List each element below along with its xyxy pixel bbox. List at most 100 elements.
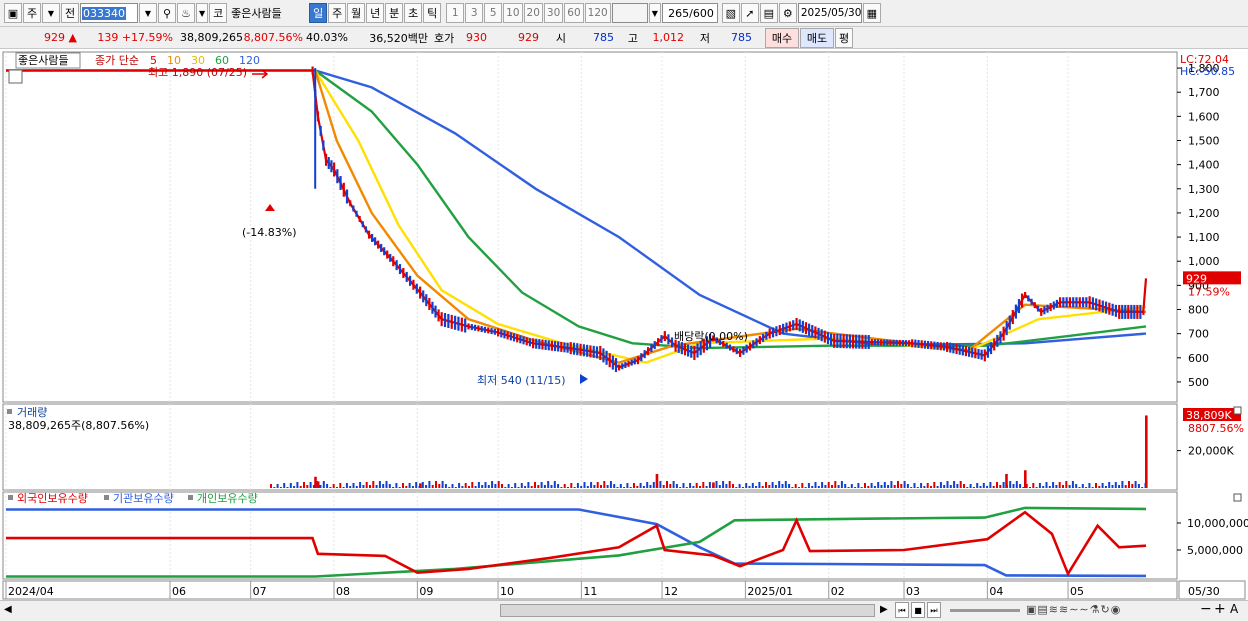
price-candle <box>490 328 493 335</box>
price-candle <box>374 237 377 246</box>
speaker-icon[interactable]: ♨ <box>177 3 195 23</box>
price-candle <box>1068 297 1072 308</box>
zoom-out-icon[interactable]: − <box>1200 601 1212 617</box>
playback-stop-icon[interactable]: ■ <box>911 602 925 618</box>
price-y-tick: 1,100 <box>1188 231 1220 244</box>
prev-select[interactable]: 전 <box>61 3 79 23</box>
volume-bar <box>702 482 705 488</box>
volume-bar <box>613 484 616 488</box>
interval-1-button[interactable]: 1 <box>446 3 465 23</box>
volume-bar <box>537 485 540 488</box>
volume-bar <box>748 486 751 488</box>
buy-button[interactable]: 매수 <box>765 27 799 48</box>
price-y-tick: 1,200 <box>1188 207 1220 220</box>
volume-bar <box>586 486 589 488</box>
price-candle <box>732 346 735 353</box>
volume-panel-title: 거래량 <box>17 406 47 419</box>
search-icon[interactable]: ⚲ <box>158 3 176 23</box>
interval-20-button[interactable]: 20 <box>523 3 543 23</box>
market-select[interactable]: 주 <box>23 3 41 23</box>
chart-scrollbar[interactable]: ◀ ▶ ⏮ ■ ⏭ ▣▤≋≋∼∼⚗↻◉ − + A <box>0 600 1248 621</box>
price-candle <box>876 339 880 346</box>
period-1-button[interactable]: 주 <box>328 3 347 23</box>
zoom-in-icon[interactable]: + <box>1214 601 1226 617</box>
volume-bar <box>893 485 896 488</box>
scroll-left-arrow[interactable]: ◀ <box>4 604 12 615</box>
ma-legend-30: 30 <box>191 54 205 67</box>
scroll-thumb[interactable] <box>500 604 875 617</box>
interval-3-button[interactable]: 3 <box>465 3 484 23</box>
calendar-icon[interactable]: ▦ <box>862 3 881 23</box>
speaker-dropdown-icon[interactable]: ▼ <box>196 3 209 23</box>
period-3-button[interactable]: 년 <box>366 3 385 23</box>
eval-button[interactable]: 평 <box>835 27 853 48</box>
volume-bar <box>1091 487 1094 488</box>
volume-bar <box>834 481 837 488</box>
volume-bar <box>309 482 312 488</box>
volume-bar <box>718 485 721 488</box>
price-candle <box>1011 310 1014 325</box>
volume-bar <box>646 482 649 488</box>
volume-bar <box>774 485 777 488</box>
period-5-button[interactable]: 초 <box>404 3 423 23</box>
interval-custom-input[interactable] <box>611 3 648 23</box>
interval-60-button[interactable]: 60 <box>564 3 584 23</box>
price-candle <box>775 326 778 337</box>
volume-spike <box>655 473 659 488</box>
price-candle <box>415 283 418 294</box>
price-candle <box>851 334 855 349</box>
interval-30-button[interactable]: 30 <box>543 3 564 23</box>
date-input[interactable]: 2025/05/30 <box>797 3 862 23</box>
volume-bar <box>854 487 857 488</box>
interval-10-button[interactable]: 10 <box>503 3 523 23</box>
sell-button[interactable]: 매도 <box>800 27 834 48</box>
period-2-button[interactable]: 월 <box>347 3 366 23</box>
stock-chart[interactable]: 1,8001,7001,6001,5001,4001,3001,2001,100… <box>0 50 1248 600</box>
font-size-icon[interactable]: A <box>1230 602 1238 616</box>
interval-120-button[interactable]: 120 <box>584 3 611 23</box>
price-candle <box>579 343 582 356</box>
buy-label: 매수 <box>771 31 793 45</box>
stock-code-input[interactable]: 033340 <box>80 3 138 23</box>
price-candle <box>402 267 405 278</box>
save-icon[interactable]: ▤ <box>759 3 778 23</box>
price-y-tick: 800 <box>1188 304 1209 317</box>
price-candle <box>1124 304 1127 319</box>
playback-next-icon[interactable]: ⏭ <box>927 602 941 618</box>
price-candle <box>663 331 666 342</box>
price-candle <box>1043 306 1046 315</box>
volume-bar <box>501 484 503 488</box>
volume-bar <box>847 487 850 488</box>
price-candle <box>974 348 977 359</box>
period-6-button[interactable]: 틱 <box>423 3 442 23</box>
period-4-button[interactable]: 분 <box>385 3 404 23</box>
code-dropdown-icon[interactable]: ▼ <box>139 3 157 23</box>
interval-5-button[interactable]: 5 <box>484 3 503 23</box>
volume-bar <box>415 482 418 488</box>
candle-type-icon[interactable]: ▧ <box>721 3 740 23</box>
interval-dropdown-icon[interactable]: ▼ <box>648 3 661 23</box>
market-dropdown-icon[interactable]: ▼ <box>42 3 60 23</box>
price-candle <box>1114 304 1118 317</box>
holdings-legend-icon <box>104 495 109 500</box>
volume-bar <box>609 481 612 488</box>
period-0-button[interactable]: 일 <box>309 3 328 23</box>
market-tag[interactable]: 코 <box>209 3 228 23</box>
volume-bar <box>392 487 395 488</box>
settings-icon[interactable]: ⚙ <box>778 3 797 23</box>
volume-bar <box>864 483 866 488</box>
volume-bar <box>959 481 962 488</box>
high-label: 고 <box>619 28 643 48</box>
data-count-field[interactable]: 265/600 <box>661 3 718 23</box>
price-candle <box>687 344 690 357</box>
draw-tool-icon[interactable]: ➚ <box>740 3 759 23</box>
volume-bar <box>560 487 563 488</box>
playback-first-icon[interactable]: ⏮ <box>895 602 909 618</box>
window-menu-icon[interactable]: ▣ <box>4 3 22 23</box>
scroll-right-arrow[interactable]: ▶ <box>880 604 888 615</box>
tool-icons[interactable]: ▣▤≋≋∼∼⚗↻◉ <box>1026 603 1121 616</box>
volume-bar <box>336 487 338 488</box>
zoom-slider[interactable] <box>950 609 1020 612</box>
price-candle <box>1095 298 1098 311</box>
volume-bar <box>402 483 404 488</box>
